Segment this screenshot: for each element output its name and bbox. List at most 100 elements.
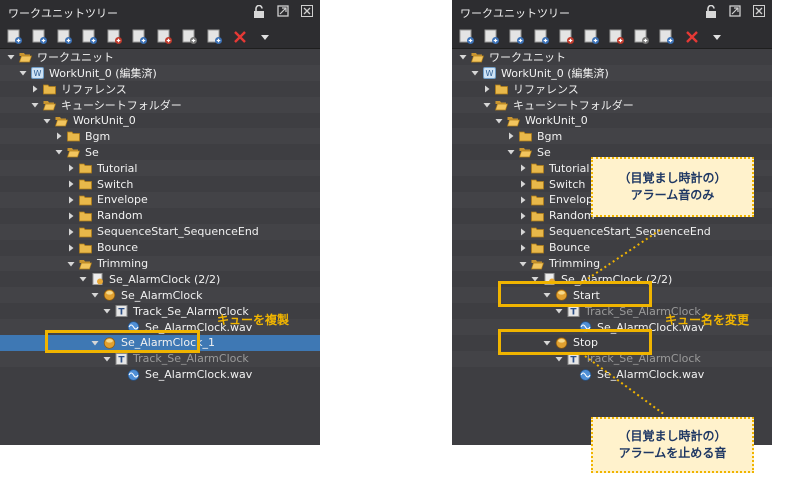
tree-row[interactable]: Se: [0, 144, 320, 160]
add-cue-icon[interactable]: [458, 28, 476, 46]
tree-row[interactable]: Bgm: [452, 128, 772, 145]
add-voice-limit-icon[interactable]: [131, 28, 149, 46]
float-window-icon[interactable]: [276, 4, 290, 18]
chevron-right-icon[interactable]: [66, 211, 76, 221]
dropdown-arrow-icon[interactable]: [708, 28, 726, 46]
chevron-down-icon[interactable]: [482, 100, 492, 110]
chevron-right-icon[interactable]: [66, 243, 76, 253]
add-waveform-icon[interactable]: [533, 28, 551, 46]
chevron-down-icon[interactable]: [102, 354, 112, 364]
tree-row[interactable]: Trimming: [0, 255, 320, 272]
tree-row[interactable]: Se_AlarmClock (2/2): [0, 271, 320, 287]
chevron-down-icon[interactable]: [18, 68, 28, 78]
chevron-right-icon[interactable]: [54, 131, 64, 141]
tree-row[interactable]: SequenceStart_SequenceEnd: [452, 223, 772, 240]
chevron-down-icon[interactable]: [90, 290, 100, 300]
add-waveform-icon[interactable]: [81, 28, 99, 46]
chevron-down-icon[interactable]: [30, 100, 40, 110]
close-icon[interactable]: [300, 4, 314, 18]
tree-row[interactable]: T Track_Se_AlarmClock: [0, 350, 320, 367]
add-block-icon[interactable]: [558, 28, 576, 46]
panel-title: ワークユニットツリー: [8, 7, 118, 20]
chevron-down-icon[interactable]: [506, 147, 516, 157]
tree-row[interactable]: W WorkUnit_0 (編集済): [0, 64, 320, 81]
chevron-right-icon[interactable]: [518, 195, 528, 205]
tree-row[interactable]: キューシートフォルダー: [452, 96, 772, 113]
tree-row[interactable]: Se_AlarmClock: [0, 287, 320, 304]
folder-icon: [79, 178, 92, 190]
close-icon[interactable]: [752, 4, 766, 18]
chevron-down-icon[interactable]: [42, 116, 52, 126]
callout-alarm-sound: （目覚まし時計の） アラーム音のみ: [591, 157, 754, 217]
chevron-right-icon[interactable]: [518, 163, 528, 173]
tree-row[interactable]: キューシートフォルダー: [0, 96, 320, 113]
add-cue-icon[interactable]: [6, 28, 24, 46]
chevron-right-icon[interactable]: [66, 195, 76, 205]
add-folder-icon[interactable]: [658, 28, 676, 46]
float-window-icon[interactable]: [728, 4, 742, 18]
chevron-right-icon[interactable]: [66, 179, 76, 189]
add-aisac-icon[interactable]: [156, 28, 174, 46]
svg-text:W: W: [486, 69, 494, 78]
chevron-down-icon[interactable]: [554, 354, 564, 364]
tree-row[interactable]: Bgm: [0, 128, 320, 145]
add-block-icon[interactable]: [106, 28, 124, 46]
chevron-down-icon[interactable]: [102, 306, 112, 316]
unlock-icon[interactable]: [704, 4, 718, 18]
tree-row[interactable]: Se_AlarmClock.wav: [452, 367, 772, 383]
annotation-rename-cue: キュー名を変更: [665, 313, 750, 327]
tree-row[interactable]: Bounce: [0, 240, 320, 256]
add-cue-sheet-icon[interactable]: [483, 28, 501, 46]
tree-row[interactable]: WorkUnit_0: [0, 113, 320, 129]
chevron-right-icon[interactable]: [30, 84, 40, 94]
add-category-icon[interactable]: [181, 28, 199, 46]
tree-row[interactable]: Tutorial: [0, 160, 320, 177]
tree-row-label: WorkUnit_0: [525, 114, 588, 127]
tree-row[interactable]: Switch: [0, 176, 320, 192]
tree-row[interactable]: Se_AlarmClock.wav: [0, 367, 320, 383]
tree-row[interactable]: Trimming: [452, 255, 772, 272]
chevron-right-icon[interactable]: [518, 243, 528, 253]
chevron-right-icon[interactable]: [518, 227, 528, 237]
chevron-right-icon[interactable]: [506, 131, 516, 141]
tree-row[interactable]: リファレンス: [0, 81, 320, 97]
dropdown-arrow-icon[interactable]: [256, 28, 274, 46]
tree-row-label: Se_AlarmClock: [121, 288, 203, 302]
unlock-icon[interactable]: [252, 4, 266, 18]
tree-row[interactable]: リファレンス: [452, 81, 772, 97]
add-voice-limit-icon[interactable]: [583, 28, 601, 46]
delete-icon[interactable]: [683, 28, 701, 46]
delete-icon[interactable]: [231, 28, 249, 46]
folder-open-icon: [507, 115, 520, 127]
add-track-icon[interactable]: [508, 28, 526, 46]
tree-row-label: SequenceStart_SequenceEnd: [97, 225, 259, 239]
chevron-right-icon[interactable]: [518, 179, 528, 189]
chevron-down-icon[interactable]: [458, 52, 468, 62]
chevron-down-icon[interactable]: [494, 116, 504, 126]
chevron-right-icon[interactable]: [482, 84, 492, 94]
chevron-down-icon[interactable]: [66, 259, 76, 269]
tree-row[interactable]: Bounce: [452, 240, 772, 256]
add-aisac-icon[interactable]: [608, 28, 626, 46]
tree-row[interactable]: WorkUnit_0: [452, 113, 772, 129]
tree-row[interactable]: Envelope: [0, 192, 320, 208]
tree-row[interactable]: SequenceStart_SequenceEnd: [0, 223, 320, 240]
chevron-right-icon[interactable]: [66, 227, 76, 237]
chevron-right-icon[interactable]: [518, 211, 528, 221]
add-category-icon[interactable]: [633, 28, 651, 46]
chevron-down-icon[interactable]: [6, 52, 16, 62]
add-cue-sheet-icon[interactable]: [31, 28, 49, 46]
add-folder-icon[interactable]: [206, 28, 224, 46]
chevron-down-icon[interactable]: [554, 306, 564, 316]
tree-row[interactable]: W WorkUnit_0 (編集済): [452, 64, 772, 81]
chevron-down-icon[interactable]: [78, 274, 88, 284]
chevron-down-icon[interactable]: [54, 147, 64, 157]
tree-row[interactable]: ワークユニット: [452, 49, 772, 65]
tree-row[interactable]: ワークユニット: [0, 49, 320, 65]
chevron-right-icon[interactable]: [66, 163, 76, 173]
tree-row[interactable]: Random: [0, 208, 320, 224]
panel-toolbar: [0, 26, 320, 49]
add-track-icon[interactable]: [56, 28, 74, 46]
chevron-down-icon[interactable]: [518, 259, 528, 269]
chevron-down-icon[interactable]: [470, 68, 480, 78]
